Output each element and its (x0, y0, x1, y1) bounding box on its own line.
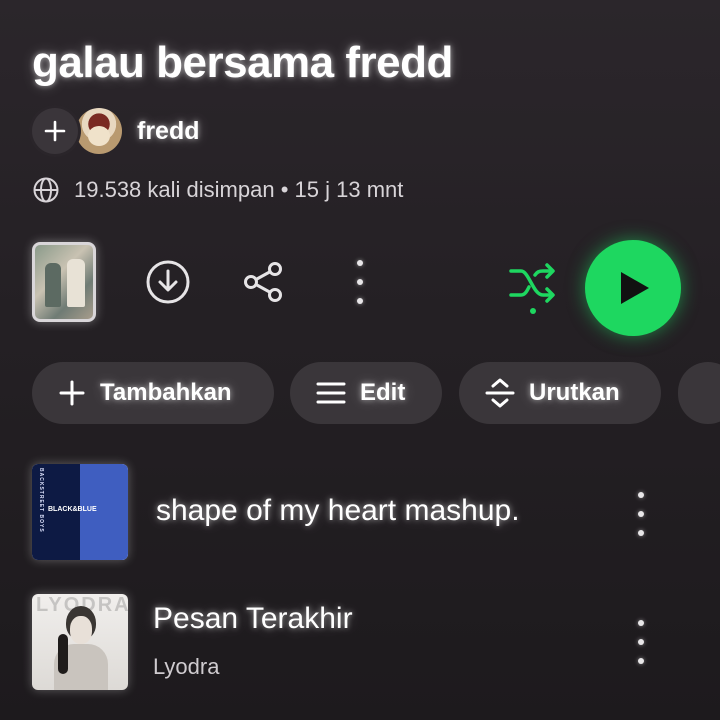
track-artist: Lyodra (153, 654, 220, 679)
add-tracks-chip[interactable]: Tambahkan (32, 362, 274, 424)
download-icon (146, 260, 190, 304)
chip-label: Edit (360, 379, 406, 406)
edit-chip[interactable]: Edit (290, 362, 442, 424)
chip-label: Tambahkan (100, 379, 232, 406)
sort-icon (485, 378, 515, 408)
shuffle-active-dot (530, 308, 536, 314)
play-button[interactable] (585, 240, 681, 336)
play-icon (621, 272, 649, 304)
share-icon (244, 262, 282, 302)
meta-separator: • (280, 177, 289, 202)
more-chip-partial[interactable] (678, 362, 720, 424)
owner-avatar[interactable] (76, 108, 122, 154)
track-row[interactable]: BACKSTREET BOYS BLACK&BLUE shape of my h… (32, 464, 720, 564)
track-title: shape of my heart mashup. (156, 494, 520, 527)
playlist-duration: 15 j 13 mnt (294, 177, 404, 202)
track-row[interactable]: LYODRA Pesan Terakhir Lyodra (32, 594, 720, 694)
shuffle-button[interactable] (508, 260, 558, 306)
sort-chip[interactable]: Urutkan (459, 362, 661, 424)
track-title: Pesan Terakhir (153, 602, 353, 635)
plus-icon (59, 380, 85, 406)
saves-count: 19.538 kali disimpan (74, 177, 275, 202)
download-button[interactable] (144, 258, 192, 306)
track-more-button[interactable] (635, 620, 647, 664)
list-icon (316, 382, 346, 404)
chip-label: Urutkan (529, 379, 620, 406)
album-art-logo: BLACK&BLUE (48, 506, 97, 513)
share-button[interactable] (240, 258, 288, 306)
add-collaborator-button[interactable] (32, 108, 78, 154)
shuffle-icon (509, 263, 555, 303)
plus-icon (44, 120, 66, 142)
action-bar (0, 240, 720, 336)
globe-icon (33, 177, 59, 203)
album-art: LYODRA (32, 594, 128, 690)
playlist-title: galau bersama fredd (32, 38, 453, 87)
playlist-meta: 19.538 kali disimpan • 15 j 13 mnt (32, 176, 403, 204)
playlist-cover-thumbnail[interactable] (32, 242, 96, 322)
more-options-button[interactable] (354, 260, 366, 304)
owner-name[interactable]: fredd (137, 117, 200, 146)
album-art-text: BACKSTREET BOYS (38, 468, 44, 533)
album-art: BACKSTREET BOYS BLACK&BLUE (32, 464, 128, 560)
track-more-button[interactable] (635, 492, 647, 536)
